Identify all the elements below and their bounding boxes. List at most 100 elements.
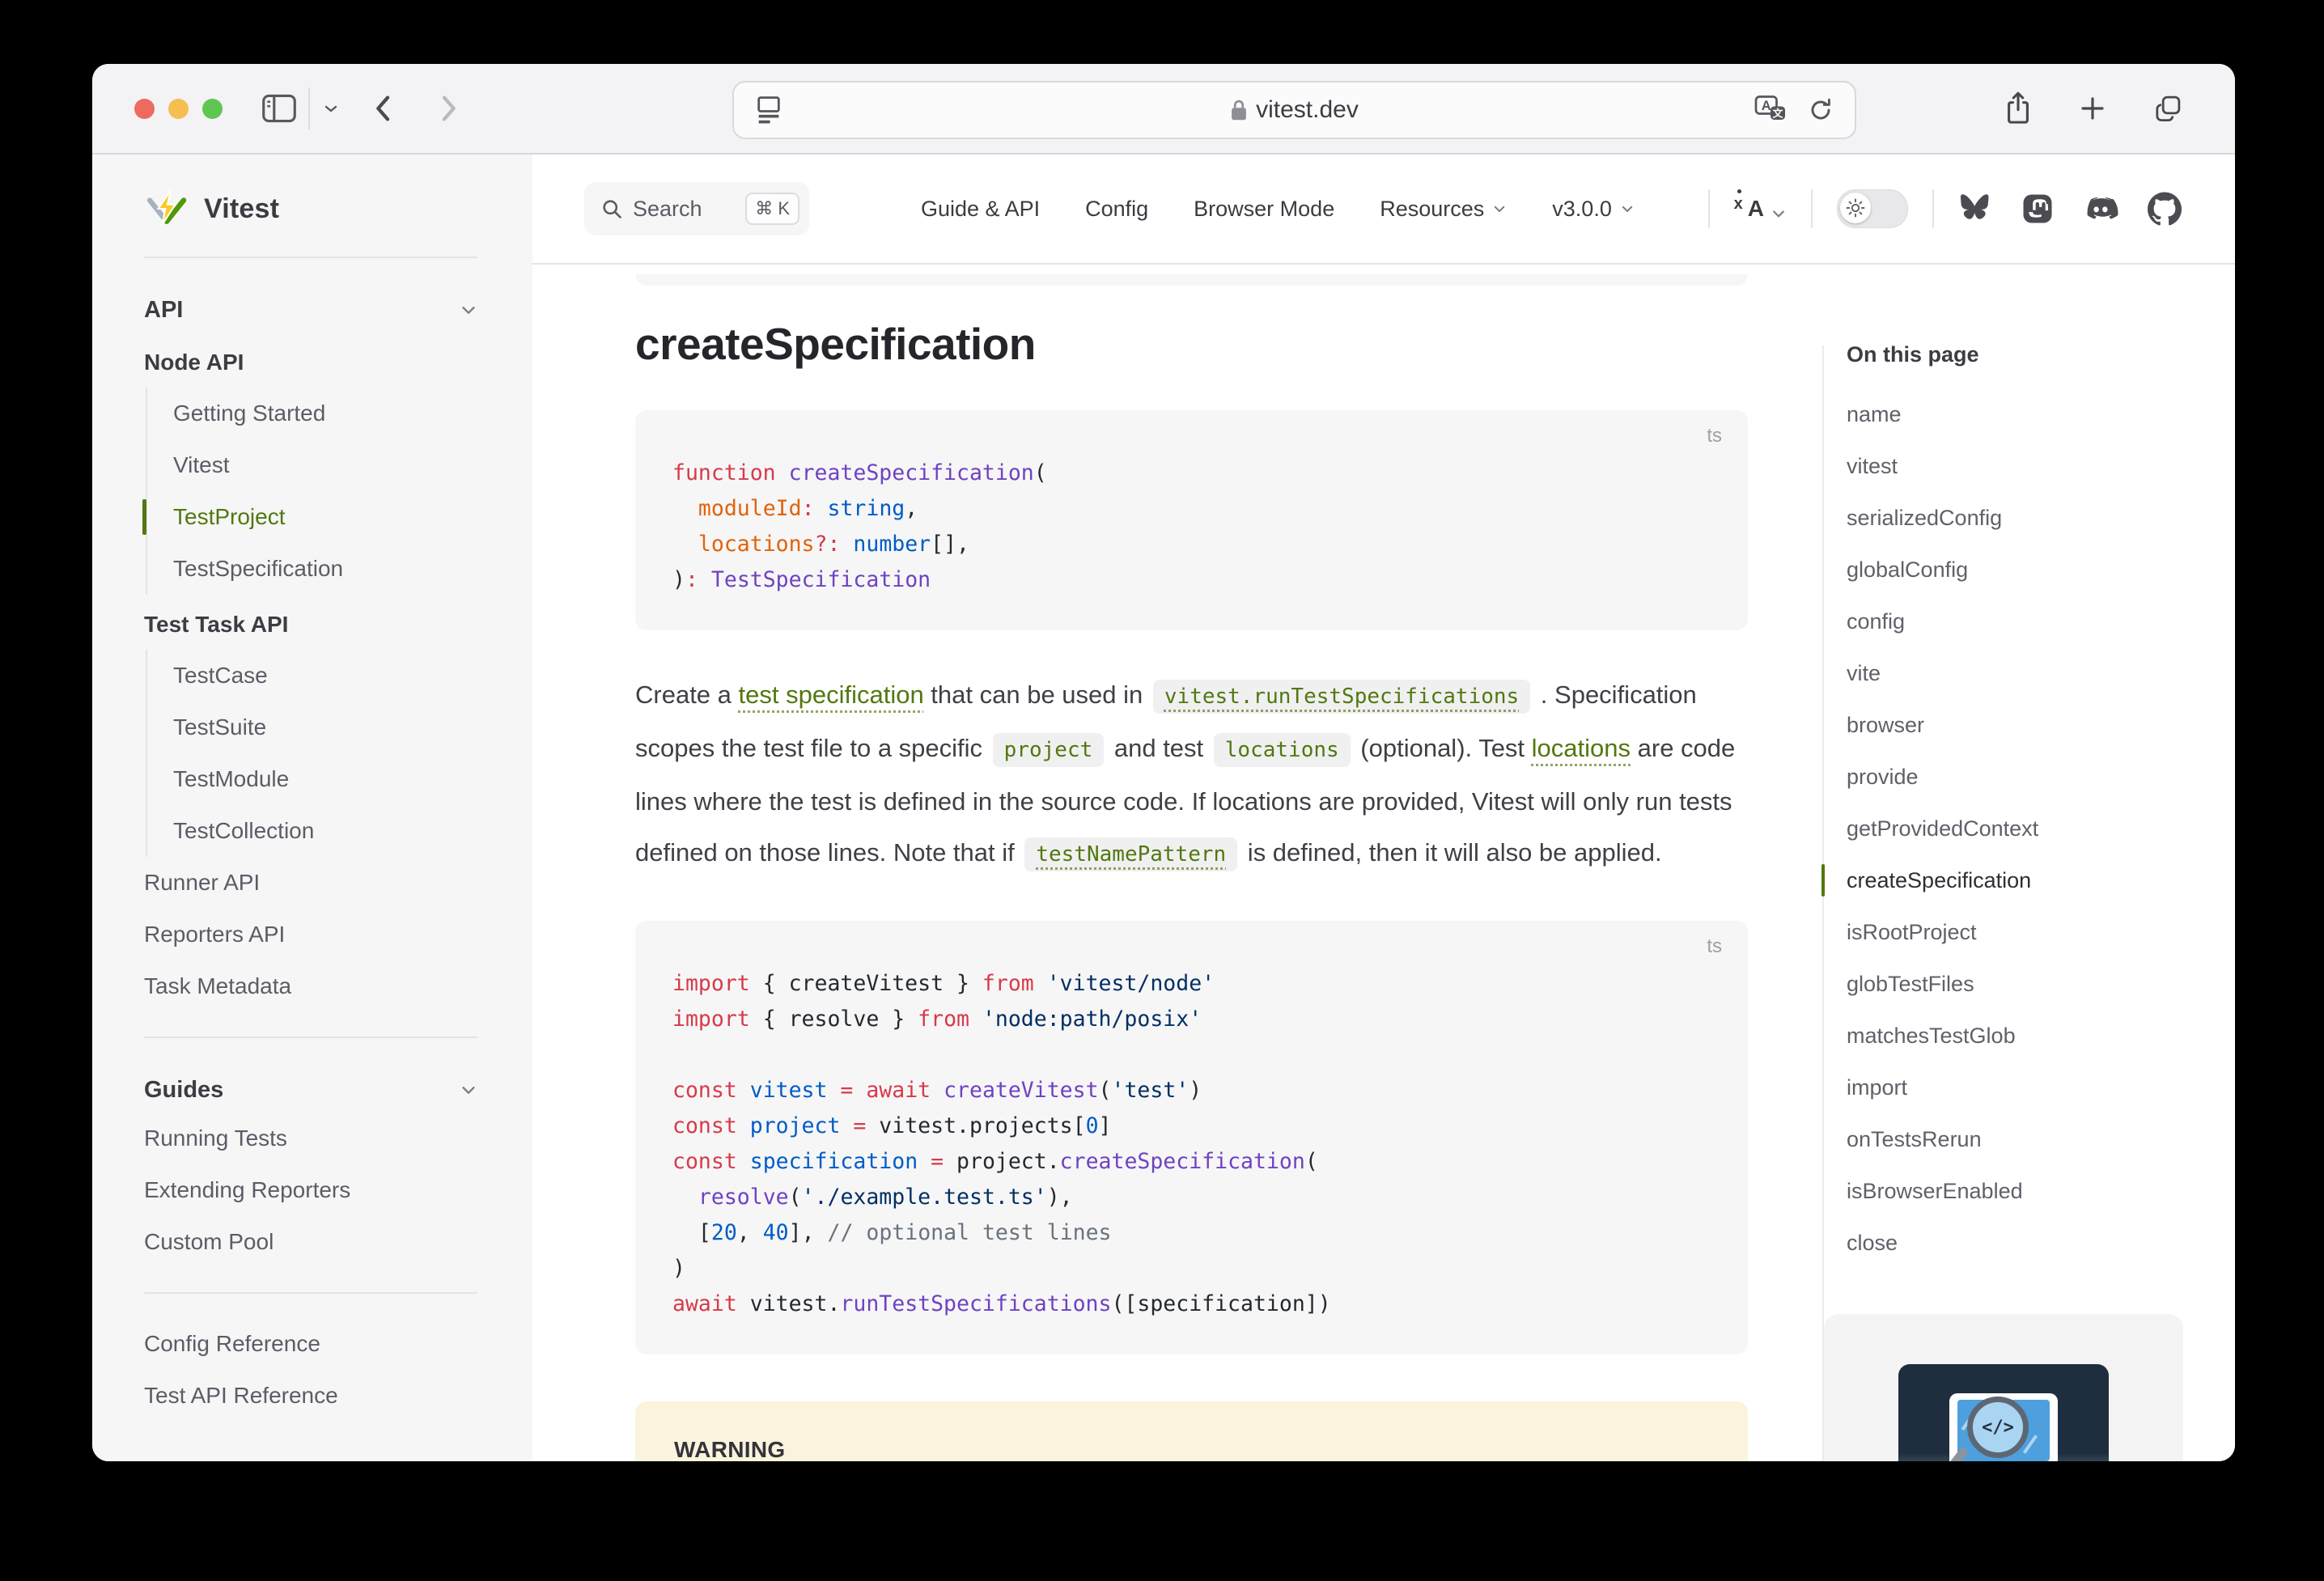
address-bar[interactable]: vitest.dev A 文 <box>732 81 1856 139</box>
sidebar-section-label: Guides <box>144 1077 223 1104</box>
inline-code-link[interactable]: vitest.runTestSpecifications <box>1153 680 1530 714</box>
minimize-button[interactable] <box>168 99 189 119</box>
browser-viewport: Vitest APINode APIGetting StartedVitestT… <box>92 155 2235 1461</box>
new-tab-button[interactable] <box>2078 94 2107 123</box>
outline-item-matchestestglob[interactable]: matchesTestGlob <box>1847 1010 2235 1062</box>
sidebar-item-testsuite[interactable]: TestSuite <box>173 701 526 753</box>
sidebar-toggle-button[interactable] <box>261 93 297 124</box>
outline-item-browser[interactable]: browser <box>1847 699 2235 751</box>
outline-item-vite[interactable]: vite <box>1847 647 2235 699</box>
code-line: import { resolve } from 'node:path/posix… <box>672 1002 1711 1037</box>
code-line: function createSpecification( <box>672 456 1711 491</box>
sidebar-item-testmodule[interactable]: TestModule <box>173 753 526 805</box>
outline-item-provide[interactable]: provide <box>1847 751 2235 803</box>
outline-item-ontestsrerun[interactable]: onTestsRerun <box>1847 1113 2235 1165</box>
nav-link-browser-mode[interactable]: Browser Mode <box>1194 197 1334 222</box>
mastodon-link[interactable] <box>2021 193 2054 225</box>
language-menu[interactable]: x A <box>1734 196 1787 222</box>
outline-item-import[interactable]: import <box>1847 1062 2235 1113</box>
sidebar-item-testspecification[interactable]: TestSpecification <box>173 543 526 595</box>
search-input[interactable]: Search ⌘ K <box>584 182 809 235</box>
text-run: (optional). Test <box>1354 734 1532 762</box>
code-line: locations?: number[], <box>672 527 1711 562</box>
sidebar-item-testcase[interactable]: TestCase <box>173 650 526 701</box>
outline-item-close[interactable]: close <box>1847 1217 2235 1269</box>
sidebar-item-group: Getting StartedVitestTestProjectTestSpec… <box>146 388 526 595</box>
sidebar-item-testproject[interactable]: TestProject <box>173 491 526 543</box>
warning-callout: WARNING createSpecification expects reso… <box>635 1401 1748 1461</box>
docs-sidebar: Vitest APINode APIGetting StartedVitestT… <box>92 155 532 1461</box>
sidebar-section-header[interactable]: API <box>144 287 477 333</box>
inline-link[interactable]: locations <box>1532 734 1631 762</box>
sidebar-item-group: Running TestsExtending ReportersCustom P… <box>144 1113 526 1268</box>
sidebar-divider <box>144 256 477 258</box>
on-this-page: On this page namevitestserializedConfigg… <box>1822 265 2235 1461</box>
previous-codeblock-clipped <box>635 274 1748 286</box>
vitest-logo[interactable]: Vitest <box>144 182 532 235</box>
nav-link-resources[interactable]: Resources <box>1380 197 1507 222</box>
outline-item-isbrowserenabled[interactable]: isBrowserEnabled <box>1847 1165 2235 1217</box>
bluesky-link[interactable] <box>1958 193 1992 224</box>
text-run: is defined, then it will also be applied… <box>1240 838 1661 867</box>
fullscreen-button[interactable] <box>202 99 223 119</box>
nav-link-config[interactable]: Config <box>1085 197 1148 222</box>
code-content: import { createVitest } from 'vitest/nod… <box>672 966 1711 1322</box>
sidebar-item-test-api-reference[interactable]: Test API Reference <box>144 1370 526 1422</box>
sidebar-item-getting-started[interactable]: Getting Started <box>173 388 526 439</box>
svg-text:文: 文 <box>1773 107 1783 119</box>
outline-item-globalconfig[interactable]: globalConfig <box>1847 544 2235 596</box>
code-line: ): TestSpecification <box>672 562 1711 598</box>
inline-link[interactable]: test specification <box>739 680 924 709</box>
close-button[interactable] <box>134 99 155 119</box>
logo-text: Vitest <box>204 193 279 225</box>
github-link[interactable] <box>2148 192 2182 226</box>
sponsor-ad-card[interactable]: </> <box>1824 1314 2183 1461</box>
sidebar-section-header[interactable]: Guides <box>144 1067 477 1113</box>
nav-link-label: v3.0.0 <box>1552 197 1612 222</box>
tabs-overview-button[interactable] <box>2152 93 2183 124</box>
sidebar-item-extending-reporters[interactable]: Extending Reporters <box>144 1164 526 1216</box>
ad-illustration: </> <box>1898 1364 2109 1461</box>
outline-item-createspecification[interactable]: createSpecification <box>1847 854 2235 906</box>
inline-code-link[interactable]: testNamePattern <box>1024 837 1237 871</box>
outline-item-config[interactable]: config <box>1847 596 2235 647</box>
sidebar-item-running-tests[interactable]: Running Tests <box>144 1113 526 1164</box>
url-text[interactable]: vitest.dev <box>1256 96 1359 124</box>
sidebar-item-vitest[interactable]: Vitest <box>173 439 526 491</box>
theme-toggle[interactable] <box>1837 189 1908 228</box>
sidebar-item-task-metadata[interactable]: Task Metadata <box>144 960 526 1012</box>
translate-lang-icon: x <box>1734 195 1743 214</box>
outline-item-getprovidedcontext[interactable]: getProvidedContext <box>1847 803 2235 854</box>
sidebar-item-custom-pool[interactable]: Custom Pool <box>144 1216 526 1268</box>
toolbar-divider <box>308 87 310 129</box>
site-nav-links: Guide & API Config Browser Mode Resources v3… <box>921 197 1635 222</box>
nav-link-guide-api[interactable]: Guide & API <box>921 197 1040 222</box>
sidebar-item-config-reference[interactable]: Config Reference <box>144 1318 526 1370</box>
nav-link-v3-0-0[interactable]: v3.0.0 <box>1552 197 1635 222</box>
translate-icon[interactable]: A 文 <box>1754 95 1787 125</box>
outline-item-globtestfiles[interactable]: globTestFiles <box>1847 958 2235 1010</box>
main-column: Search ⌘ K Guide & API Config Browser Mode… <box>532 155 2235 1461</box>
outline-item-vitest[interactable]: vitest <box>1847 440 2235 492</box>
sidebar-item-testcollection[interactable]: TestCollection <box>173 805 526 857</box>
nav-link-label: Resources <box>1380 197 1484 222</box>
back-button[interactable] <box>370 92 397 125</box>
nav-link-label: Config <box>1085 197 1148 222</box>
discord-link[interactable] <box>2083 193 2118 225</box>
inline-code: project <box>993 733 1105 767</box>
nav-link-label: Browser Mode <box>1194 197 1334 222</box>
outline-item-name[interactable]: name <box>1847 388 2235 440</box>
forward-button[interactable] <box>435 92 462 125</box>
sidebar-item-runner-api[interactable]: Runner API <box>144 857 526 909</box>
reload-button[interactable] <box>1808 95 1834 125</box>
outline-item-serializedconfig[interactable]: serializedConfig <box>1847 492 2235 544</box>
sidebar-nav: APINode APIGetting StartedVitestTestProj… <box>144 287 526 1422</box>
lock-icon <box>1230 98 1248 122</box>
search-icon <box>600 197 623 220</box>
outline-item-isrootproject[interactable]: isRootProject <box>1847 906 2235 958</box>
share-button[interactable] <box>2004 91 2033 126</box>
nav-divider <box>1932 189 1934 228</box>
sidebar-item-reporters-api[interactable]: Reporters API <box>144 909 526 960</box>
sidebar-menu-chevron[interactable] <box>321 99 341 118</box>
sun-icon <box>1840 193 1871 223</box>
